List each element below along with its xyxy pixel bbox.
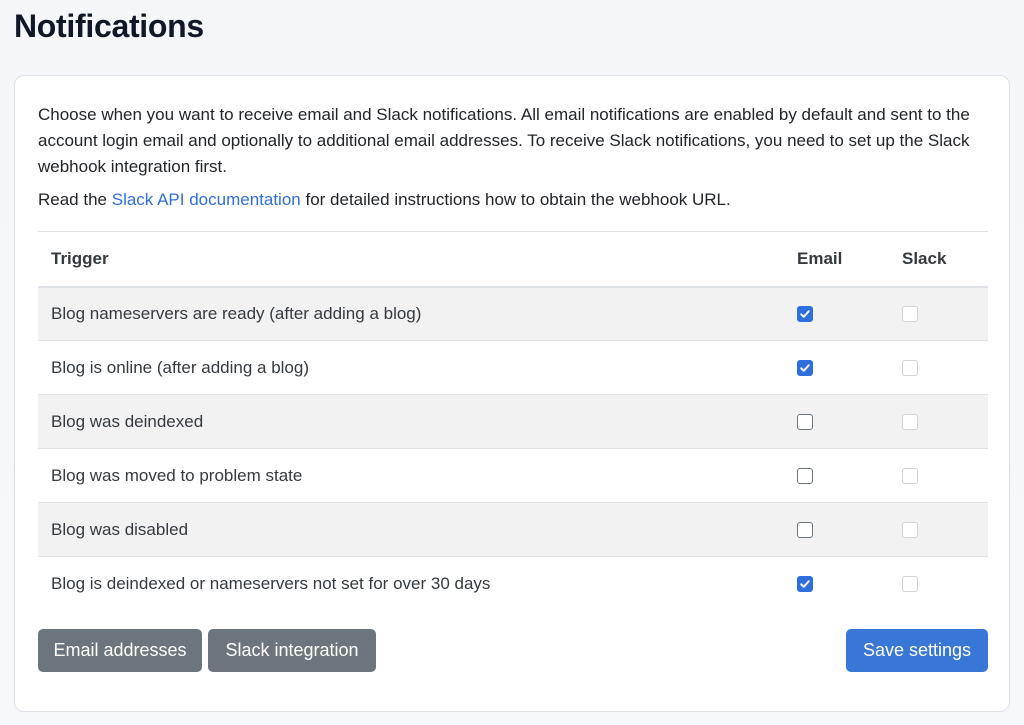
email-checkbox[interactable] [797, 306, 813, 323]
table-body: Blog nameservers are ready (after adding… [38, 286, 988, 611]
docs-suffix: for detailed instructions how to obtain … [305, 190, 731, 209]
slack-checkbox [902, 522, 918, 539]
table-row: Blog is deindexed or nameservers not set… [38, 557, 988, 611]
trigger-label: Blog was disabled [51, 519, 189, 539]
table-row: Blog nameservers are ready (after adding… [38, 286, 988, 341]
slack-checkbox [902, 468, 918, 485]
intro-paragraph: Choose when you want to receive email an… [38, 105, 970, 176]
table-row: Blog is online (after adding a blog) [38, 341, 988, 395]
trigger-label: Blog is online (after adding a blog) [51, 357, 309, 377]
slack-checkbox [902, 306, 918, 323]
email-checkbox[interactable] [797, 522, 813, 539]
email-checkbox[interactable] [797, 414, 813, 431]
trigger-label: Blog nameservers are ready (after adding… [51, 303, 422, 323]
slack-checkbox [902, 576, 918, 593]
header-slack: Slack [902, 248, 947, 268]
trigger-label: Blog was moved to problem state [51, 465, 303, 485]
email-checkbox[interactable] [797, 468, 813, 485]
table-header-row: Trigger Email Slack [38, 231, 988, 287]
header-email: Email [797, 248, 843, 268]
email-checkbox[interactable] [797, 360, 813, 377]
slack-api-docs-link[interactable]: Slack API documentation [112, 190, 301, 209]
email-checkbox[interactable] [797, 576, 813, 593]
email-addresses-button[interactable]: Email addresses [38, 629, 202, 672]
slack-integration-button[interactable]: Slack integration [208, 629, 376, 672]
trigger-label: Blog was deindexed [51, 411, 204, 431]
save-settings-button[interactable]: Save settings [846, 629, 988, 672]
docs-prefix: Read the [38, 190, 107, 209]
slack-checkbox [902, 360, 918, 377]
slack-checkbox [902, 414, 918, 431]
header-trigger: Trigger [51, 248, 109, 268]
page-title: Notifications [14, 8, 204, 44]
table-row: Blog was deindexed [38, 394, 988, 449]
trigger-label: Blog is deindexed or nameservers not set… [51, 573, 491, 593]
table-row: Blog was disabled [38, 502, 988, 557]
notifications-card: Choose when you want to receive email an… [14, 75, 1010, 712]
check-icon [799, 308, 811, 320]
table-row: Blog was moved to problem state [38, 449, 988, 503]
docs-paragraph: Read the Slack API documentation for det… [38, 187, 988, 213]
check-icon [799, 578, 811, 590]
check-icon [799, 362, 811, 374]
notification-triggers-table: Trigger Email Slack Blog nameservers are… [38, 231, 988, 611]
